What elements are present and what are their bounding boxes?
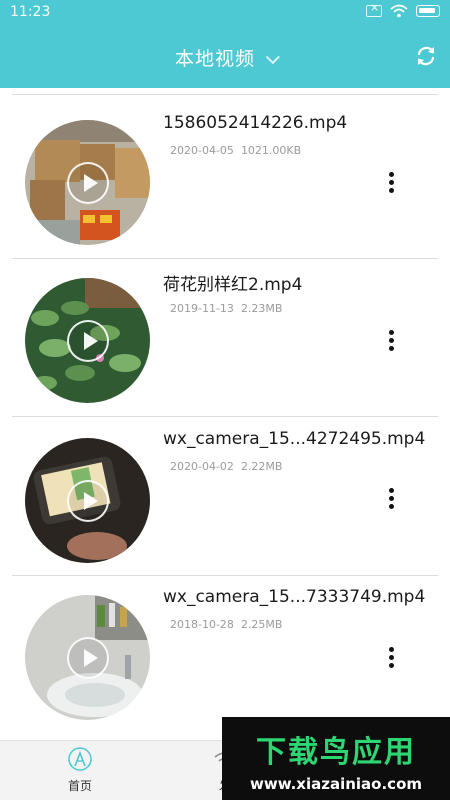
play-icon[interactable] <box>67 637 109 679</box>
video-item[interactable]: wx_camera_15...7333749.mp4 2018-10-28 2.… <box>0 577 450 734</box>
battery-icon <box>416 5 440 17</box>
video-size: 2.22MB <box>240 460 283 473</box>
antenna-icon <box>68 747 92 771</box>
video-date: 2020-04-05 <box>170 144 234 157</box>
play-icon[interactable] <box>67 162 109 204</box>
divider <box>12 258 438 259</box>
play-icon[interactable] <box>67 320 109 362</box>
chevron-down-icon <box>265 50 280 65</box>
refresh-icon[interactable] <box>414 44 438 68</box>
video-thumbnail[interactable] <box>25 278 150 403</box>
video-size: 1021.00KB <box>240 144 302 157</box>
video-item[interactable]: 1586052414226.mp4 2020-04-05 1021.00KB <box>0 98 450 255</box>
video-filename: 1586052414226.mp4 <box>163 113 348 133</box>
no-sim-icon <box>366 1 382 17</box>
video-filename: wx_camera_15...4272495.mp4 <box>163 429 426 449</box>
watermark-logo: 下载鸟应用 <box>256 735 416 770</box>
video-thumbnail[interactable] <box>25 120 150 245</box>
divider <box>12 94 438 95</box>
more-options-icon[interactable] <box>384 488 398 512</box>
video-meta: 2020-04-02 2.22MB <box>170 460 282 473</box>
status-icons <box>366 1 440 18</box>
nav-item-home[interactable]: 首页 <box>50 747 110 794</box>
nav-home-label: 首页 <box>67 779 92 793</box>
watermark-url: www.xiazainiao.com <box>249 775 423 793</box>
video-size: 2.23MB <box>240 302 283 315</box>
more-options-icon[interactable] <box>384 330 398 354</box>
video-thumbnail[interactable] <box>25 595 150 720</box>
title-dropdown[interactable]: 本地视频 <box>0 44 450 71</box>
page-title: 本地视频 <box>174 48 255 70</box>
video-date: 2019-11-13 <box>170 302 234 315</box>
more-options-icon[interactable] <box>384 172 398 196</box>
video-meta: 2020-04-05 1021.00KB <box>170 144 301 157</box>
video-filename: 荷花别样红2.mp4 <box>163 275 303 295</box>
video-meta: 2018-10-28 2.25MB <box>170 618 282 631</box>
divider <box>12 416 438 417</box>
video-date: 2020-04-02 <box>170 460 234 473</box>
video-meta: 2019-11-13 2.23MB <box>170 302 282 315</box>
app-header: 11:23 本地视频 <box>0 0 450 88</box>
watermark: 下载鸟应用 www.xiazainiao.com <box>222 717 450 800</box>
video-thumbnail[interactable] <box>25 438 150 563</box>
wifi-icon <box>390 4 408 18</box>
play-icon[interactable] <box>67 480 109 522</box>
status-time: 11:23 <box>10 4 51 20</box>
video-item[interactable]: 荷花别样红2.mp4 2019-11-13 2.23MB <box>0 260 450 417</box>
status-bar: 11:23 <box>0 0 450 26</box>
video-size: 2.25MB <box>240 618 283 631</box>
divider <box>12 575 438 576</box>
video-date: 2018-10-28 <box>170 618 234 631</box>
video-item[interactable]: wx_camera_15...4272495.mp4 2020-04-02 2.… <box>0 418 450 575</box>
video-filename: wx_camera_15...7333749.mp4 <box>163 587 426 607</box>
more-options-icon[interactable] <box>384 647 398 671</box>
